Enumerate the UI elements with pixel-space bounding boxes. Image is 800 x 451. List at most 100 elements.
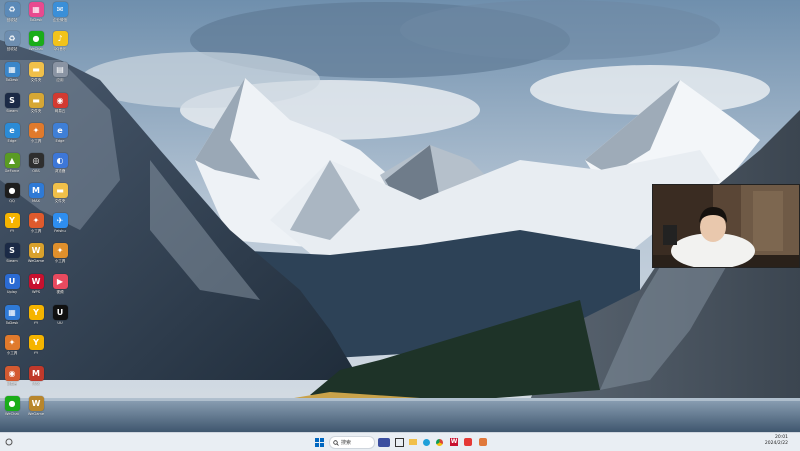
- wps-icon: W: [450, 438, 458, 446]
- app-icon: ✈: [52, 213, 68, 228]
- desktop-icon[interactable]: ✉ 企业微信: [48, 2, 72, 32]
- app-icon: e: [52, 123, 68, 138]
- desktop-icon[interactable]: e Edge: [0, 123, 24, 153]
- desktop-icon-label: 网易云: [6, 382, 18, 386]
- app-icon: ✦: [28, 213, 44, 228]
- folder-icon: [409, 439, 417, 445]
- desktop-icon[interactable]: ▲ GeForce: [0, 153, 24, 183]
- desktop-icon[interactable]: ▦ ToDesk: [24, 2, 48, 32]
- desktop-icon-label: 网易云: [54, 109, 66, 113]
- task-view-icon: [394, 437, 404, 447]
- desktop-icon-label: MAX: [31, 199, 41, 203]
- desktop-icon[interactable]: ● WeChat: [0, 396, 24, 426]
- desktop-icon[interactable]: ◐ 浏览器: [48, 153, 72, 183]
- start-button[interactable]: [313, 436, 325, 448]
- taskbar-search-box[interactable]: 搜索: [329, 436, 375, 449]
- desktop-icon-label: WeChat: [29, 47, 43, 51]
- desktop-icon[interactable]: ▦ ToDesk: [0, 62, 24, 92]
- desktop-icon-label: 小工具: [30, 229, 42, 233]
- taskbar-app-game[interactable]: [377, 436, 391, 448]
- desktop-icon[interactable]: ● QQ: [0, 183, 24, 213]
- desktop-icon[interactable]: ▬ 文件夹: [24, 62, 48, 92]
- search-placeholder: 搜索: [341, 440, 352, 446]
- app-icon: ▲: [4, 153, 20, 168]
- desktop-icon-label: Edge: [55, 139, 65, 143]
- desktop-icon[interactable]: Y YY: [24, 305, 48, 335]
- desktop-icon[interactable]: Y YY: [24, 335, 48, 365]
- taskbar-app-store[interactable]: [478, 436, 488, 448]
- desktop-icon[interactable]: ✦ 小工具: [24, 123, 48, 153]
- app-icon: ▶: [52, 274, 68, 289]
- taskbar-app-wps[interactable]: W: [449, 436, 459, 448]
- desktop-icon[interactable]: ▬ 文件夹: [24, 93, 48, 123]
- desktop-icon[interactable]: ▬ 文件夹: [48, 183, 72, 213]
- desktop-icon[interactable]: W WeGame: [24, 243, 48, 273]
- desktop-icon[interactable]: U UU: [48, 305, 72, 335]
- desktop-icon-label: YY: [33, 351, 39, 355]
- desktop-icon[interactable]: ✦ 小工具: [24, 213, 48, 243]
- edge-icon: e: [4, 123, 20, 138]
- app-icon: ♪: [52, 31, 68, 46]
- desktop-icon[interactable]: ▦ ToDesk: [0, 305, 24, 335]
- desktop-icon[interactable]: ♻ 回收站: [0, 31, 24, 61]
- app-icon: ●: [28, 31, 44, 46]
- app-icon: ◐: [52, 153, 68, 168]
- desktop-icon[interactable]: ▤ 应用: [48, 62, 72, 92]
- taskbar-app-explorer[interactable]: [408, 436, 418, 448]
- taskbar-app-taskview[interactable]: [394, 436, 404, 448]
- app-icon: Y: [4, 213, 20, 228]
- desktop-icon-label: 文件夹: [54, 199, 66, 203]
- desktop-icon-label: OBS: [32, 169, 40, 173]
- desktop-icon-label: WeChat: [5, 412, 19, 416]
- desktop-icon[interactable]: ▶ 视频: [48, 274, 72, 304]
- app-icon: W: [28, 274, 44, 289]
- taskbar-app-chrome[interactable]: [434, 436, 444, 448]
- desktop-icon[interactable]: e Edge: [48, 123, 72, 153]
- desktop-icon[interactable]: ✈ Feishu: [48, 213, 72, 243]
- desktop-icon-label: UU: [57, 321, 63, 325]
- app-icon: S: [4, 93, 20, 108]
- taskbar-app-red[interactable]: [463, 436, 473, 448]
- app-icon: M: [28, 366, 44, 381]
- desktop-icon-label: 浏览器: [54, 169, 66, 173]
- desktop-icon[interactable]: ● WeChat: [24, 31, 48, 61]
- desktop-icon[interactable]: ♪ QQ音乐: [48, 31, 72, 61]
- system-clock[interactable]: 20:01 2024/2/22: [765, 435, 788, 447]
- desktop-icon[interactable]: Y YY: [0, 213, 24, 243]
- desktop-icon[interactable]: S Steam: [0, 243, 24, 273]
- app-icon: ✉: [52, 2, 68, 17]
- desktop-icon[interactable]: W WPS: [24, 274, 48, 304]
- desktop-icon-label: 应用: [56, 78, 64, 82]
- desktop-icon[interactable]: M MAX: [24, 366, 48, 396]
- desktop-icon[interactable]: ✦ 小工具: [48, 243, 72, 273]
- desktop-icon-label: Edge: [7, 139, 17, 143]
- desktop-icon[interactable]: ✦ 小工具: [0, 335, 24, 365]
- desktop-icon-label: ToDesk: [5, 321, 19, 325]
- app-icon: Y: [28, 305, 44, 320]
- folder-icon: ▬: [28, 62, 44, 77]
- app-icon: W: [28, 243, 44, 258]
- taskbar-app-edge[interactable]: [421, 436, 431, 448]
- desktop-icon[interactable]: ◉ 网易云: [48, 93, 72, 123]
- desktop-icon[interactable]: W WeGame: [24, 396, 48, 426]
- desktop-icon-label: 小工具: [6, 351, 18, 355]
- chrome-icon: [435, 438, 443, 446]
- desktop-icon[interactable]: ◎ OBS: [24, 153, 48, 183]
- desktop-icon-label: Steam: [6, 259, 18, 263]
- app-icon: [479, 438, 487, 446]
- desktop-icon-label: Steam: [6, 109, 18, 113]
- desktop-icon-label: 回收站: [6, 18, 18, 22]
- desktop-icon-label: WeGame: [27, 259, 45, 263]
- desktop-icon[interactable]: S Steam: [0, 93, 24, 123]
- widgets-button[interactable]: [4, 436, 14, 448]
- desktop-icon-label: YY: [9, 229, 15, 233]
- desktop-icon[interactable]: U Uplay: [0, 274, 24, 304]
- desktop-icon[interactable]: ♻ 回收站: [0, 2, 24, 32]
- app-icon: ✦: [52, 243, 68, 258]
- webcam-overlay: [652, 184, 800, 268]
- game-icon: [378, 437, 390, 447]
- desktop-icon[interactable]: M MAX: [24, 183, 48, 213]
- qq-icon: ●: [4, 183, 20, 198]
- desktop-icon-label: QQ: [9, 199, 15, 203]
- desktop-icon[interactable]: ◉ 网易云: [0, 366, 24, 396]
